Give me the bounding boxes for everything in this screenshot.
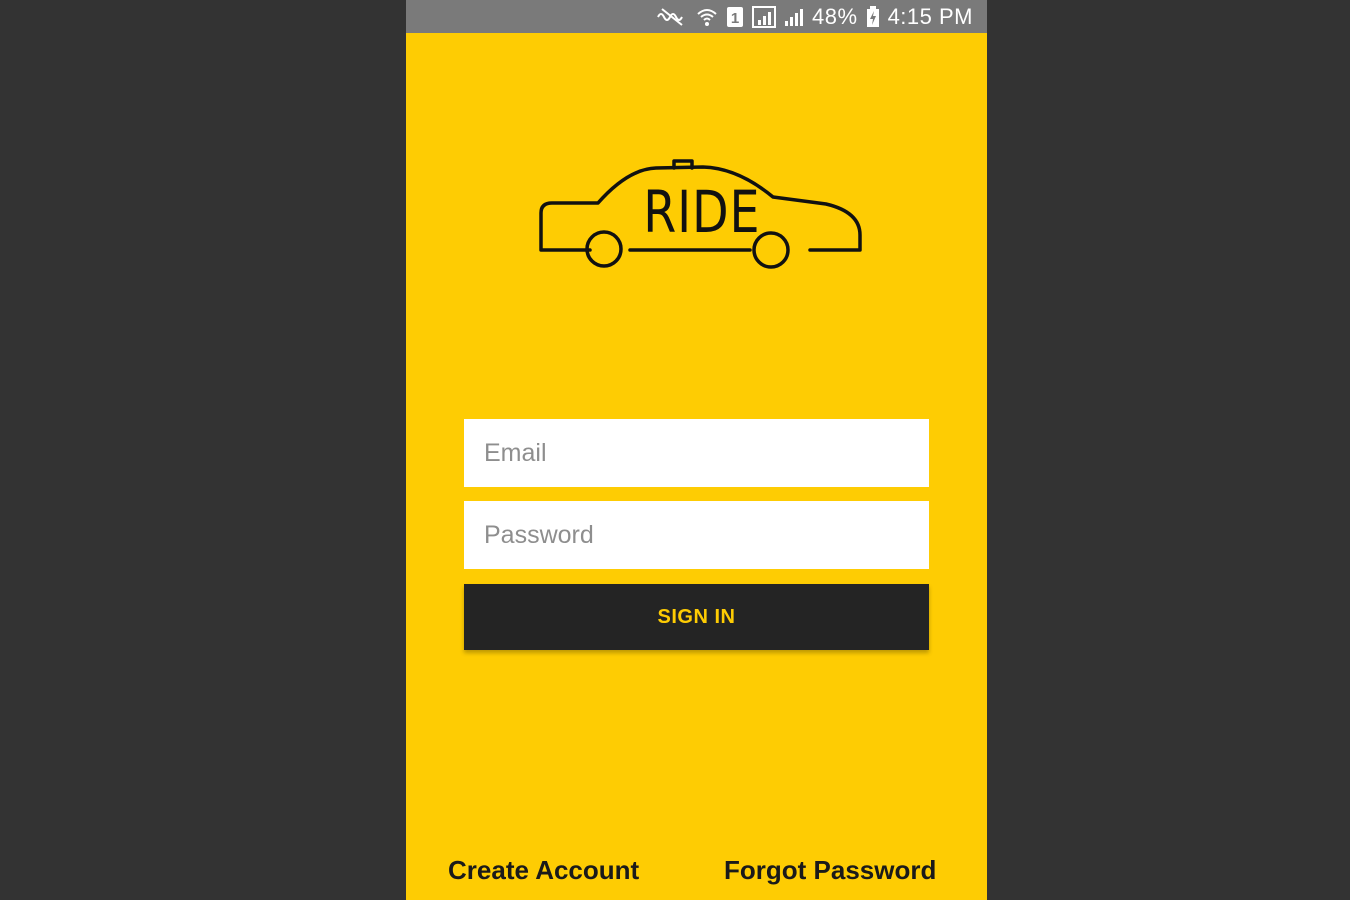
battery-percent: 48%: [812, 3, 858, 29]
ride-logo: RIDE: [538, 155, 868, 275]
mute-icon: [656, 5, 688, 29]
status-time: 4:15 PM: [887, 3, 973, 29]
wifi-icon: [696, 5, 718, 29]
status-bar: 1 48% 4:15 PM: [406, 0, 987, 33]
signal-icon: [784, 5, 804, 29]
create-account-link[interactable]: Create Account: [448, 855, 639, 886]
email-field[interactable]: [464, 419, 929, 487]
sign-in-button[interactable]: SIGN IN: [464, 584, 929, 650]
logo-text: RIDE: [643, 178, 761, 246]
sim-label: 1: [731, 10, 739, 27]
sim-icon: 1: [726, 5, 744, 29]
password-field[interactable]: [464, 501, 929, 569]
app-screen: 1 48% 4:15 PM RIDE Email SIGN IN Create …: [406, 0, 987, 900]
battery-charging-icon: [866, 5, 880, 29]
forgot-password-link[interactable]: Forgot Password: [724, 855, 936, 886]
signal-icon: [752, 5, 777, 29]
